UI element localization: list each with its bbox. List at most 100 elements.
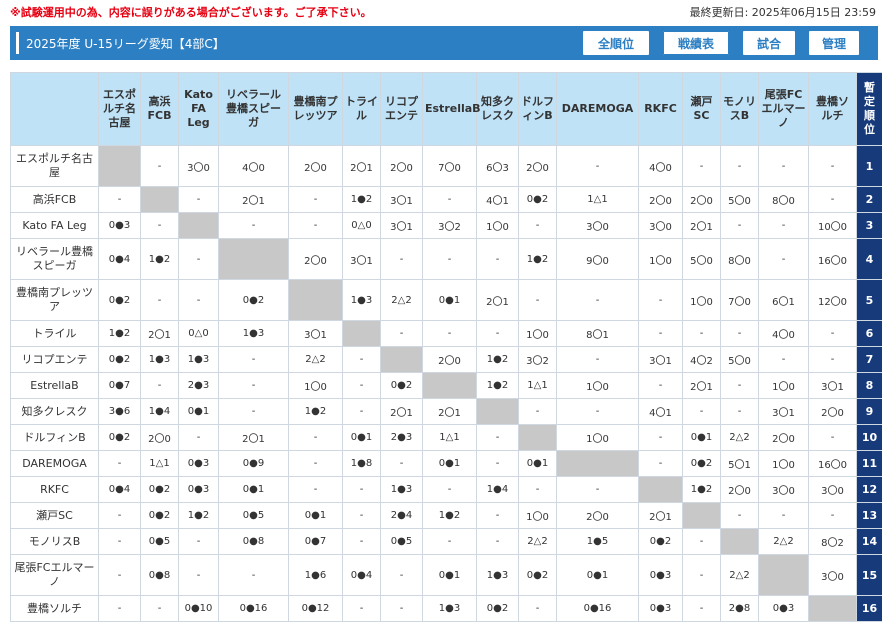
match-result-cell: 2〇1 — [380, 398, 423, 425]
match-result-cell: - — [288, 476, 343, 503]
match-result-cell: 2〇0 — [556, 502, 639, 529]
match-result-cell: 1●4 — [476, 476, 519, 503]
provisional-rank-cell: 14 — [856, 528, 882, 555]
match-result-cell: - — [808, 320, 857, 347]
match-result-cell: - — [140, 595, 179, 622]
match-result-cell: 3〇0 — [758, 476, 809, 503]
row-team-name: リベラール豊橋スピーガ — [10, 238, 99, 280]
results-matrix-table: エスポルチ名古屋 高浜FCB Kato FA Leg リベラール豊橋スピーガ 豊橋南プレ… — [10, 72, 882, 622]
match-result-cell: 1〇0 — [288, 372, 343, 399]
page-title: 2025年度 U-15リーグ愛知【4部C】 — [26, 37, 225, 51]
nav-button-admin[interactable]: 管理 — [808, 30, 860, 56]
column-header-team: モノリスB — [720, 72, 759, 146]
match-result-cell: 8〇0 — [758, 186, 809, 213]
match-result-cell: - — [720, 212, 759, 239]
match-result-cell: 1●2 — [518, 238, 557, 280]
provisional-rank-cell: 15 — [856, 554, 882, 596]
match-result-cell: 0●3 — [98, 212, 141, 239]
disclaimer-notice: ※試験運用中の為、内容に誤りがある場合がございます。ご了承下さい。 — [10, 6, 372, 19]
match-result-cell: 1●2 — [476, 372, 519, 399]
match-result-cell: - — [720, 320, 759, 347]
match-result-cell: 0●1 — [422, 279, 477, 321]
match-result-cell: 3〇1 — [342, 238, 381, 280]
match-result-cell: 1△1 — [518, 372, 557, 399]
match-result-cell: 1〇0 — [638, 238, 683, 280]
last-updated-timestamp: 最終更新日: 2025年06月15日 23:59 — [689, 6, 876, 19]
self-match-cell — [808, 595, 857, 622]
match-result-cell: - — [178, 186, 219, 213]
match-result-cell: - — [342, 398, 381, 425]
match-result-cell: 2△2 — [518, 528, 557, 555]
match-result-cell: 6〇1 — [758, 279, 809, 321]
match-result-cell: 3〇1 — [808, 372, 857, 399]
match-result-cell: - — [556, 145, 639, 187]
provisional-rank-cell: 11 — [856, 450, 882, 477]
match-result-cell: 0●2 — [682, 450, 721, 477]
match-result-cell: - — [380, 320, 423, 347]
nav-button-all-standings[interactable]: 全順位 — [582, 30, 650, 56]
match-result-cell: - — [98, 186, 141, 213]
match-result-cell: - — [178, 279, 219, 321]
match-result-cell: 1●3 — [140, 346, 179, 373]
match-result-cell: 2△2 — [288, 346, 343, 373]
match-result-cell: 0●3 — [638, 554, 683, 596]
self-match-cell — [720, 528, 759, 555]
row-team-name: RKFC — [10, 476, 99, 503]
match-result-cell: 8〇2 — [808, 528, 857, 555]
self-match-cell — [422, 372, 477, 399]
match-result-cell: - — [422, 238, 477, 280]
match-result-cell: 2〇1 — [638, 502, 683, 529]
match-result-cell: 4〇1 — [476, 186, 519, 213]
match-result-cell: 4〇1 — [638, 398, 683, 425]
match-result-cell: 0●2 — [140, 502, 179, 529]
match-result-cell: 16〇0 — [808, 450, 857, 477]
match-result-cell: - — [98, 554, 141, 596]
match-result-cell: 0●1 — [218, 476, 289, 503]
row-team-name: 豊橋ソルチ — [10, 595, 99, 622]
row-team-name: DAREMOGA — [10, 450, 99, 477]
match-result-cell: 0●2 — [380, 372, 423, 399]
match-result-cell: 7〇0 — [720, 279, 759, 321]
self-match-cell — [342, 320, 381, 347]
match-result-cell: - — [808, 346, 857, 373]
match-result-cell: - — [518, 398, 557, 425]
header-accent-bar — [16, 32, 19, 54]
row-team-name: 高浜FCB — [10, 186, 99, 213]
match-result-cell: 3〇2 — [518, 346, 557, 373]
match-result-cell: 1●2 — [682, 476, 721, 503]
match-result-cell: 1△1 — [422, 424, 477, 451]
match-result-cell: 1●2 — [178, 502, 219, 529]
row-team-name: エスポルチ名古屋 — [10, 145, 99, 187]
match-result-cell: 0●2 — [98, 424, 141, 451]
match-result-cell: - — [720, 145, 759, 187]
match-result-cell: 1〇0 — [518, 502, 557, 529]
row-team-name: Kato FA Leg — [10, 212, 99, 239]
match-result-cell: 9〇0 — [556, 238, 639, 280]
match-result-cell: - — [556, 476, 639, 503]
column-header-team: エスポルチ名古屋 — [98, 72, 141, 146]
table-row: 尾張FCエルマーノ -0●8- -1●6 0●4-0●1 1●3 0●2 0●1 0●3-2△… — [10, 554, 882, 596]
provisional-rank-cell: 10 — [856, 424, 882, 451]
match-result-cell: 5〇1 — [720, 450, 759, 477]
match-result-cell: - — [422, 476, 477, 503]
match-result-cell: - — [288, 186, 343, 213]
match-result-cell: 2〇0 — [638, 186, 683, 213]
self-match-cell — [638, 476, 683, 503]
column-header-team: リコプエンテ — [380, 72, 423, 146]
match-result-cell: 7〇0 — [422, 145, 477, 187]
provisional-rank-cell: 12 — [856, 476, 882, 503]
match-result-cell: 3〇0 — [556, 212, 639, 239]
column-header-team: 瀬戸SC — [682, 72, 721, 146]
match-result-cell: 0●4 — [98, 476, 141, 503]
self-match-cell — [476, 398, 519, 425]
match-result-cell: 1△1 — [140, 450, 179, 477]
nav-button-results-table[interactable]: 戦績表 — [662, 30, 730, 56]
nav-button-matches[interactable]: 試合 — [742, 30, 796, 56]
self-match-cell — [140, 186, 179, 213]
match-result-cell: 2〇1 — [218, 186, 289, 213]
row-team-name: リコプエンテ — [10, 346, 99, 373]
match-result-cell: - — [476, 502, 519, 529]
match-result-cell: 2〇0 — [288, 238, 343, 280]
match-result-cell: - — [288, 212, 343, 239]
match-result-cell: 2〇0 — [682, 186, 721, 213]
